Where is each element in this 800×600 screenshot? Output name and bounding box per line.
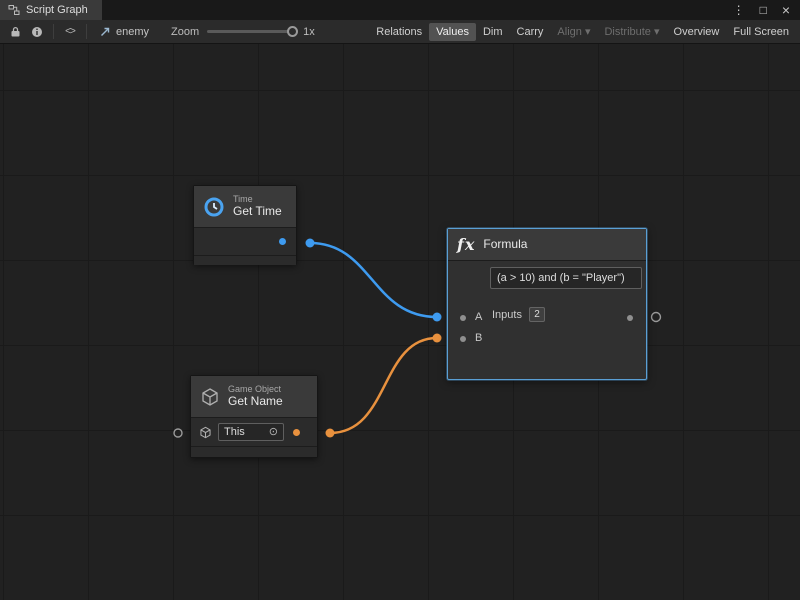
toolbar-separator [86,24,87,39]
toolbar-separator [53,24,54,39]
formula-expression-input[interactable]: (a > 10) and (b = "Player") [490,267,642,289]
node-footer [194,256,296,265]
script-graph-icon [8,4,20,16]
toolbar: <> enemy Zoom 1x Relations Values Dim Ca… [0,20,800,44]
cube-icon-small [199,426,212,439]
distribute-button[interactable]: Distribute ▾ [597,22,666,41]
node-title: Get Time [233,204,282,219]
node-get-time-header[interactable]: Time Get Time [194,186,296,228]
target-picker-icon[interactable]: ⊙ [269,427,278,438]
toolbar-buttons: Relations Values Dim Carry Align ▾ Distr… [369,22,796,41]
graph-asset-icon [100,26,111,37]
node-category: Time [233,194,282,205]
inputs-count-field[interactable]: 2 [529,307,545,322]
node-category: Game Object [228,384,283,395]
target-value: This [224,426,245,438]
graph-name: enemy [116,26,149,38]
carry-button[interactable]: Carry [510,23,551,41]
node-get-name-body: This ⊙ [191,418,317,447]
target-dropdown[interactable]: This ⊙ [218,423,284,441]
node-get-time-body [194,228,296,256]
code-icon[interactable]: <> [59,22,81,42]
window-menu-button[interactable]: ⋮ [733,4,745,16]
formula-port-a-dot[interactable] [460,315,466,321]
formula-port-a-label: A [475,311,482,323]
graph-canvas[interactable] [0,44,800,600]
formula-port-b-label: B [475,332,482,344]
tab-label: Script Graph [26,4,88,16]
fullscreen-button[interactable]: Full Screen [726,23,796,41]
node-formula[interactable]: fx Formula (a > 10) and (b = "Player") I… [447,228,647,380]
get-time-output-port[interactable] [279,238,286,245]
node-get-name-header[interactable]: Game Object Get Name [191,376,317,418]
dim-button[interactable]: Dim [476,23,510,41]
overview-button[interactable]: Overview [667,23,727,41]
zoom-value: 1x [303,26,315,38]
formula-output-dot[interactable] [627,315,633,321]
clock-icon [203,196,225,218]
fx-icon: fx [457,235,475,254]
lock-icon[interactable] [4,22,26,42]
inputs-label: Inputs [492,309,522,321]
tab-script-graph[interactable]: Script Graph [0,0,102,20]
get-name-output-port[interactable] [293,429,300,436]
formula-inputs-row: Inputs 2 [492,307,545,322]
align-button[interactable]: Align ▾ [550,22,597,41]
info-icon[interactable] [26,22,48,42]
zoom-slider-handle[interactable] [287,26,298,37]
node-title: Get Name [228,394,283,409]
values-button[interactable]: Values [429,23,476,41]
script-graph-window: Script Graph ⋮ □ × <> [0,0,800,600]
relations-button[interactable]: Relations [369,23,429,41]
node-footer [191,447,317,457]
zoom-label: Zoom [171,26,199,38]
window-controls: ⋮ □ × [733,3,800,17]
node-title: Formula [483,237,527,252]
graph-breadcrumb[interactable]: enemy [92,26,157,38]
node-get-name[interactable]: Game Object Get Name This ⊙ [190,375,318,458]
node-formula-header[interactable]: fx Formula [448,229,646,261]
window-close-button[interactable]: × [782,3,790,17]
node-get-time[interactable]: Time Get Time [193,185,297,265]
zoom-slider[interactable] [207,30,295,33]
window-titlebar: Script Graph ⋮ □ × [0,0,800,20]
formula-port-b-dot[interactable] [460,336,466,342]
cube-icon [200,387,220,407]
window-maximize-button[interactable]: □ [760,4,767,16]
